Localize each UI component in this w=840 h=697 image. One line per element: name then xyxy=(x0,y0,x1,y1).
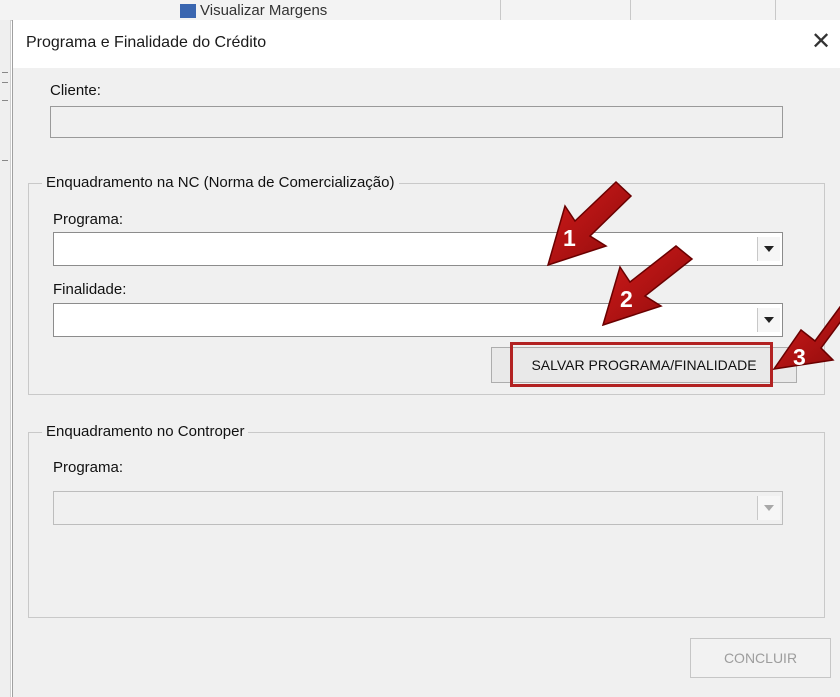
controper-programa-label: Programa: xyxy=(53,459,124,476)
cliente-label: Cliente: xyxy=(50,82,101,99)
close-icon[interactable]: ✕ xyxy=(807,28,835,56)
finalidade-label: Finalidade: xyxy=(53,281,127,298)
visualizar-margens-menu-item[interactable]: Visualizar Margens xyxy=(180,2,327,19)
bg-divider xyxy=(630,0,631,20)
controper-programa-dropdown[interactable] xyxy=(53,491,783,525)
nc-programa-dropdown[interactable] xyxy=(53,232,783,266)
chevron-down-icon[interactable] xyxy=(757,308,780,332)
step-number-3: 3 xyxy=(793,344,806,370)
concluir-button[interactable]: CONCLUIR xyxy=(690,638,831,678)
programa-finalidade-dialog: Programa e Finalidade do Crédito ✕ Clien… xyxy=(12,20,840,697)
bg-divider xyxy=(775,0,776,20)
nc-programa-label: Programa: xyxy=(53,211,124,228)
bg-divider xyxy=(500,0,501,20)
dialog-titlebar: Programa e Finalidade do Crédito ✕ xyxy=(13,20,840,68)
step-number-2: 2 xyxy=(620,286,633,312)
dialog-title: Programa e Finalidade do Crédito xyxy=(26,34,267,51)
finalidade-dropdown[interactable] xyxy=(53,303,783,337)
controper-group-legend: Enquadramento no Controper xyxy=(42,423,249,440)
visualizar-margens-label: Visualizar Margens xyxy=(200,2,328,19)
cliente-field xyxy=(50,106,783,138)
chevron-down-icon[interactable] xyxy=(757,237,780,261)
step-number-1: 1 xyxy=(563,225,576,251)
background-menu-strip: Visualizar Margens xyxy=(0,0,840,21)
chevron-down-icon[interactable] xyxy=(757,496,780,520)
table-icon xyxy=(180,3,196,18)
controper-group-frame xyxy=(28,432,825,618)
nc-group-legend: Enquadramento na NC (Norma de Comerciali… xyxy=(42,174,399,191)
salvar-programa-finalidade-button[interactable]: SALVAR PROGRAMA/FINALIDADE xyxy=(491,347,797,383)
background-left-edge xyxy=(0,20,11,697)
